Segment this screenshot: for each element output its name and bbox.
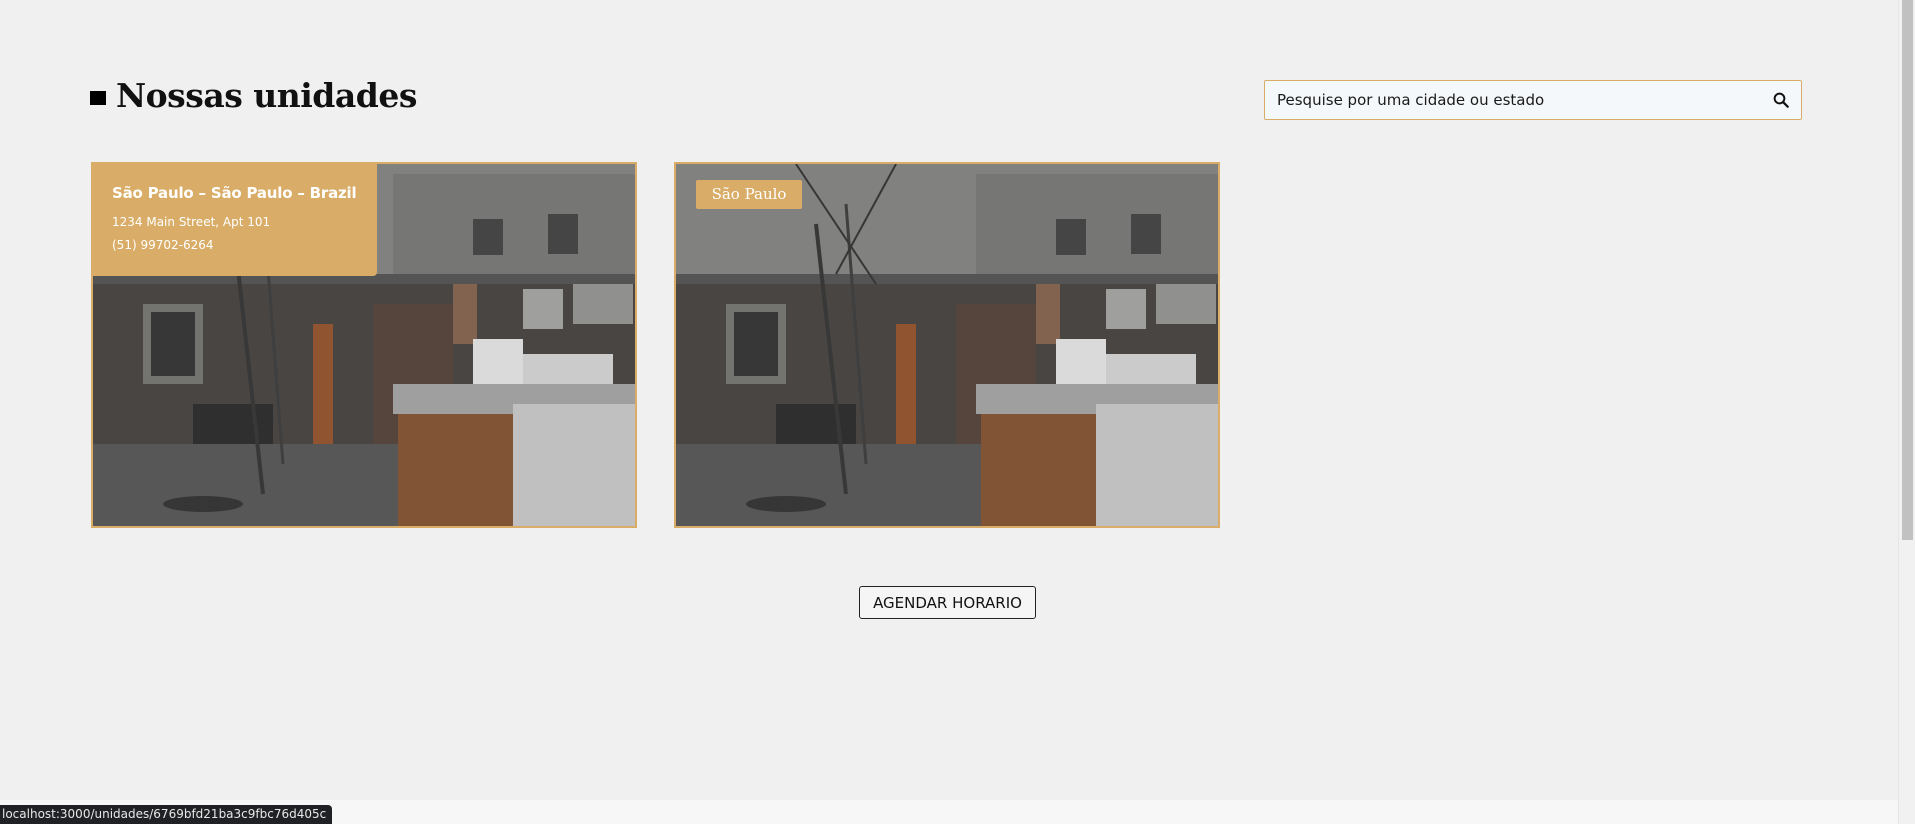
- unit-phone: (51) 99702-6264: [112, 238, 214, 252]
- page: Nossas unidades Pesquise por uma cidade …: [0, 0, 1898, 800]
- schedule-button[interactable]: AGENDAR HORARIO: [859, 586, 1036, 619]
- city-tag: São Paulo: [696, 180, 802, 209]
- unit-address: 1234 Main Street, Apt 101: [112, 215, 271, 229]
- status-bar-url: localhost:3000/unidades/6769bfd21ba3c9fb…: [0, 805, 333, 824]
- unit-info-panel: São Paulo – São Paulo – Brazil 1234 Main…: [93, 164, 377, 276]
- unit-card[interactable]: São Paulo: [674, 162, 1220, 528]
- unit-name: São Paulo – São Paulo – Brazil: [112, 184, 357, 202]
- unit-card[interactable]: São Paulo – São Paulo – Brazil 1234 Main…: [91, 162, 637, 528]
- barbershop-photo: [676, 164, 1218, 526]
- search-input[interactable]: [1265, 80, 1761, 120]
- page-title: Nossas unidades: [116, 76, 417, 115]
- scrollbar-thumb[interactable]: [1902, 0, 1913, 540]
- search-icon[interactable]: [1761, 80, 1801, 120]
- square-icon: [90, 90, 106, 105]
- vertical-scrollbar[interactable]: [1898, 0, 1915, 824]
- search-bar: [1264, 80, 1802, 120]
- section-header: Nossas unidades: [90, 76, 417, 115]
